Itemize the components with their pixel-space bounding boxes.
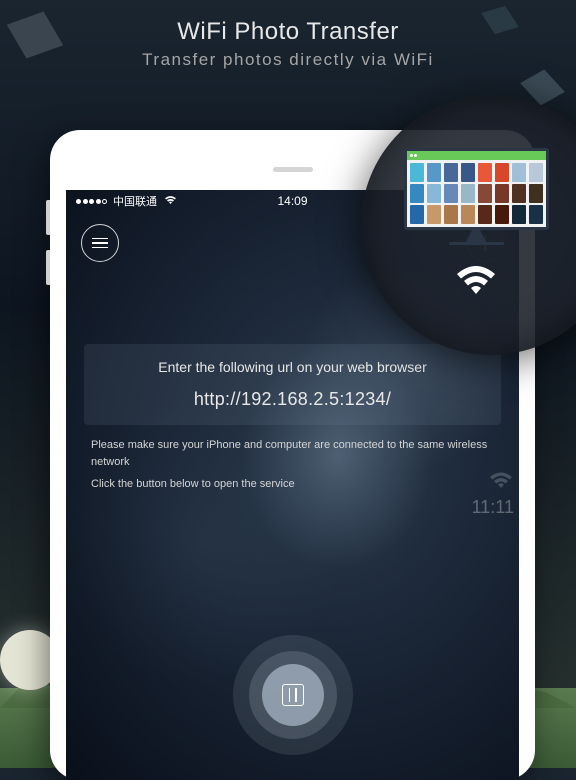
instruction-line: Please make sure your iPhone and compute… bbox=[91, 437, 494, 470]
instruction-line: Click the button below to open the servi… bbox=[91, 476, 494, 493]
thumb bbox=[461, 163, 475, 182]
thumb bbox=[410, 205, 424, 224]
thumb bbox=[444, 184, 458, 203]
thumb-column bbox=[495, 163, 509, 224]
thumb bbox=[410, 184, 424, 203]
tablet-side-button bbox=[46, 200, 50, 235]
thumb bbox=[529, 163, 543, 182]
pause-icon bbox=[282, 684, 304, 706]
page-subtitle: Transfer photos directly via WiFi bbox=[0, 50, 576, 70]
status-time: 14:09 bbox=[277, 194, 307, 208]
thumb bbox=[512, 184, 526, 203]
status-left: 中国联通 bbox=[76, 193, 177, 209]
monitor-illustration bbox=[404, 148, 549, 243]
tablet-speaker bbox=[273, 167, 313, 172]
url-prompt: Enter the following url on your web brow… bbox=[96, 359, 489, 375]
thumb bbox=[461, 205, 475, 224]
monitor-thumbnails bbox=[407, 160, 546, 227]
instructions: Please make sure your iPhone and compute… bbox=[91, 437, 494, 493]
wifi-overlay: 11:11 bbox=[472, 470, 514, 518]
thumb bbox=[512, 205, 526, 224]
url-text: http://192.168.2.5:1234/ bbox=[96, 389, 489, 410]
monitor-header bbox=[407, 151, 546, 160]
thumb bbox=[478, 205, 492, 224]
thumb bbox=[461, 184, 475, 203]
monitor-screen bbox=[404, 148, 549, 230]
thumb bbox=[427, 163, 441, 182]
menu-button[interactable] bbox=[81, 224, 119, 262]
thumb bbox=[427, 205, 441, 224]
thumb-column bbox=[461, 163, 475, 224]
thumb bbox=[495, 205, 509, 224]
thumb bbox=[444, 163, 458, 182]
wifi-icon bbox=[453, 261, 499, 302]
url-box: Enter the following url on your web brow… bbox=[84, 344, 501, 425]
thumb-column bbox=[444, 163, 458, 224]
thumb bbox=[512, 163, 526, 182]
wifi-icon bbox=[488, 470, 514, 490]
thumb-column bbox=[478, 163, 492, 224]
thumb bbox=[529, 184, 543, 203]
thumb bbox=[529, 205, 543, 224]
thumb bbox=[478, 184, 492, 203]
thumb bbox=[427, 184, 441, 203]
header: WiFi Photo Transfer Transfer photos dire… bbox=[0, 0, 576, 70]
signal-icon bbox=[76, 199, 107, 204]
carrier-label: 中国联通 bbox=[113, 193, 157, 209]
thumb-column bbox=[529, 163, 543, 224]
monitor-stand bbox=[466, 230, 486, 242]
wifi-icon bbox=[164, 194, 177, 208]
monitor-base bbox=[449, 242, 504, 245]
thumb-column bbox=[427, 163, 441, 224]
overlay-time: 11:11 bbox=[472, 497, 514, 518]
service-toggle-button[interactable] bbox=[262, 664, 324, 726]
thumb bbox=[444, 205, 458, 224]
thumb bbox=[410, 163, 424, 182]
thumb bbox=[495, 163, 509, 182]
thumb bbox=[495, 184, 509, 203]
thumb-column bbox=[410, 163, 424, 224]
tablet-side-button bbox=[46, 250, 50, 285]
thumb bbox=[478, 163, 492, 182]
thumb-column bbox=[512, 163, 526, 224]
service-button-wrap bbox=[233, 635, 353, 755]
